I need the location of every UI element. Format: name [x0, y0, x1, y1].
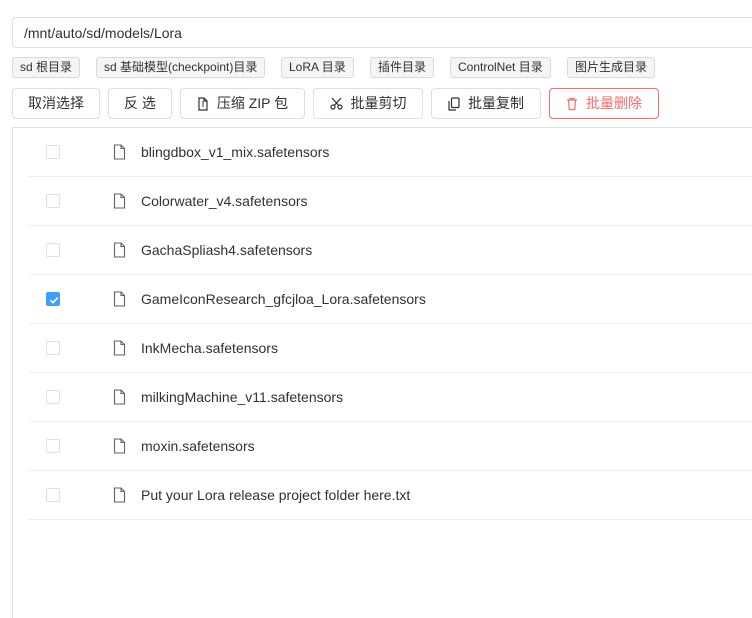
copy-icon [448, 96, 460, 111]
file-name[interactable]: GameIconResearch_gfcjloa_Lora.safetensor… [141, 275, 426, 324]
zip-file-icon [197, 96, 209, 111]
file-checkbox[interactable] [46, 488, 60, 502]
file-checkbox[interactable] [46, 243, 60, 257]
file-checkbox[interactable] [46, 341, 60, 355]
file-name[interactable]: InkMecha.safetensors [141, 324, 278, 373]
file-row[interactable]: moxin.safetensors [29, 422, 752, 471]
file-row[interactable]: Colorwater_v4.safetensors [29, 177, 752, 226]
file-name[interactable]: blingdbox_v1_mix.safetensors [141, 128, 329, 177]
shortcut-controlnet-dir[interactable]: ControlNet 目录 [450, 57, 551, 78]
copy-label: 批量复制 [468, 95, 524, 111]
file-icon [113, 389, 126, 410]
file-row[interactable]: InkMecha.safetensors [29, 324, 752, 373]
path-input[interactable] [12, 17, 752, 48]
file-name[interactable]: Put your Lora release project folder her… [141, 471, 410, 520]
shortcut-sd-root[interactable]: sd 根目录 [12, 57, 81, 78]
file-name[interactable]: milkingMachine_v11.safetensors [141, 373, 343, 422]
file-row[interactable]: Put your Lora release project folder her… [29, 471, 752, 520]
file-name[interactable]: Colorwater_v4.safetensors [141, 177, 308, 226]
file-name[interactable]: GachaSpliash4.safetensors [141, 226, 312, 275]
file-list: blingdbox_v1_mix.safetensors Colorwater_… [12, 127, 752, 618]
invert-label: 反 选 [124, 95, 156, 111]
file-icon [113, 193, 126, 214]
cut-label: 批量剪切 [350, 95, 407, 111]
trash-icon [566, 97, 578, 111]
zip-label: 压缩 ZIP 包 [216, 95, 289, 111]
deselect-label: 取消选择 [28, 95, 84, 111]
file-checkbox[interactable] [46, 439, 60, 453]
file-icon [113, 242, 126, 263]
scissors-icon [329, 97, 343, 110]
file-checkbox[interactable] [46, 292, 60, 306]
zip-button[interactable]: 压缩 ZIP 包 [180, 88, 305, 119]
file-row[interactable]: GachaSpliash4.safetensors [29, 226, 752, 275]
file-row[interactable]: GameIconResearch_gfcjloa_Lora.safetensor… [29, 275, 752, 324]
file-row[interactable]: blingdbox_v1_mix.safetensors [29, 128, 752, 177]
file-row[interactable]: milkingMachine_v11.safetensors [29, 373, 752, 422]
batch-delete-button[interactable]: 批量删除 [549, 88, 659, 119]
batch-copy-button[interactable]: 批量复制 [431, 88, 541, 119]
shortcut-extensions-dir[interactable]: 插件目录 [370, 57, 435, 78]
file-name[interactable]: moxin.safetensors [141, 422, 255, 471]
deselect-button[interactable]: 取消选择 [12, 88, 100, 119]
shortcut-checkpoint-dir[interactable]: sd 基础模型(checkpoint)目录 [96, 57, 266, 78]
shortcut-output-dir[interactable]: 图片生成目录 [567, 57, 656, 78]
file-icon [113, 340, 126, 361]
delete-label: 批量删除 [586, 95, 642, 111]
file-checkbox[interactable] [46, 390, 60, 404]
invert-selection-button[interactable]: 反 选 [108, 88, 172, 119]
file-icon [113, 144, 126, 165]
file-checkbox[interactable] [46, 145, 60, 159]
file-icon [113, 291, 126, 312]
file-checkbox[interactable] [46, 194, 60, 208]
file-icon [113, 438, 126, 459]
file-icon [113, 487, 126, 508]
batch-cut-button[interactable]: 批量剪切 [313, 88, 423, 119]
shortcut-lora-dir[interactable]: LoRA 目录 [281, 57, 354, 78]
